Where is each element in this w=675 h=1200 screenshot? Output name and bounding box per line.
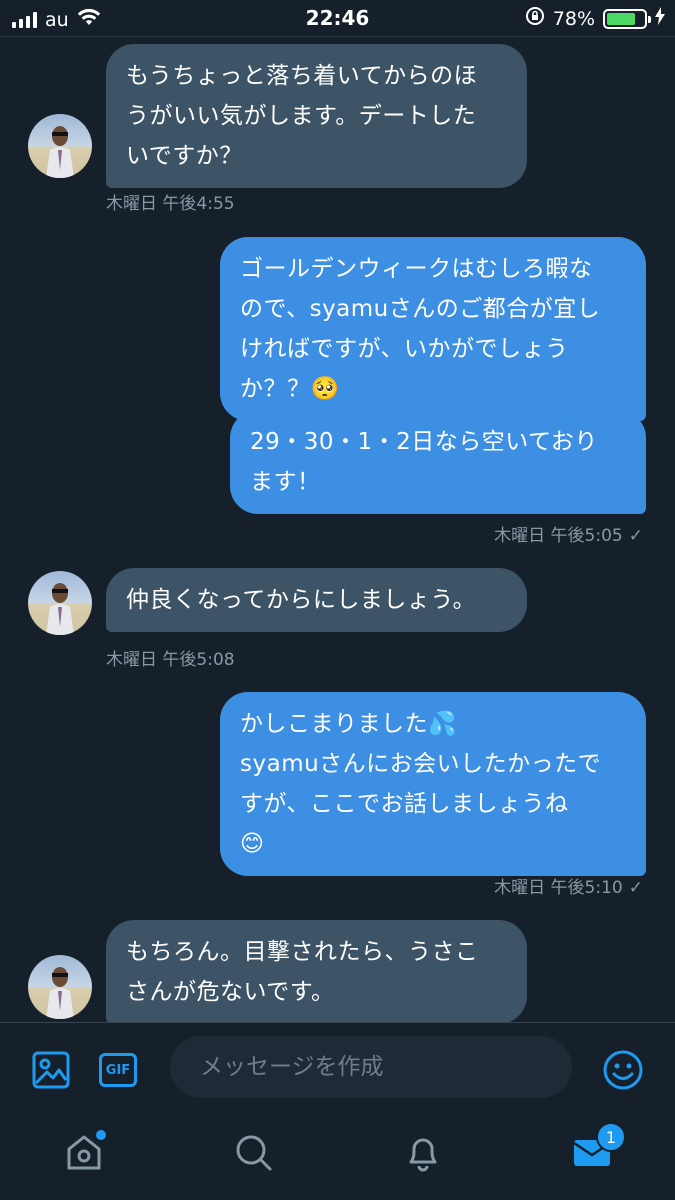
read-check-icon: ✓ <box>628 526 643 546</box>
status-right: 78% <box>525 6 665 31</box>
tab-home[interactable] <box>62 1130 106 1176</box>
tab-messages[interactable]: 1 <box>570 1122 626 1176</box>
charging-icon <box>655 7 665 30</box>
avatar[interactable] <box>28 955 92 1019</box>
battery-percent: 78% <box>552 7 595 30</box>
sent-message-bubble[interactable]: 29・30・1・2日なら空いており ます！ <box>230 410 646 514</box>
messages-badge: 1 <box>596 1122 626 1152</box>
image-icon[interactable] <box>29 1048 73 1092</box>
read-check-icon: ✓ <box>628 878 643 898</box>
tab-bar: 1 <box>0 1118 675 1200</box>
avatar[interactable] <box>28 114 92 178</box>
message-timestamp: 木曜日 午後4:55 <box>106 194 235 214</box>
message-timestamp: 木曜日 午後5:05 ✓ <box>494 521 643 546</box>
timestamp-text: 木曜日 午後5:05 <box>494 526 623 546</box>
timestamp-text: 木曜日 午後5:10 <box>494 878 623 898</box>
gif-icon[interactable]: GIF <box>96 1048 140 1092</box>
sent-message-bubble[interactable]: ゴールデンウィークはむしろ暇な ので、syamuさんのご都合が宜し ければですが… <box>220 237 646 421</box>
rotation-lock-icon <box>525 6 545 31</box>
message-thread[interactable]: もうちょっと落ち着いてからのほ うがいい気がします。デートした いですか？ 木曜… <box>0 37 675 1022</box>
received-message-bubble[interactable]: もうちょっと落ち着いてからのほ うがいい気がします。デートした いですか？ <box>106 44 527 188</box>
avatar[interactable] <box>28 571 92 635</box>
status-bar: au 22:46 78% <box>0 0 675 36</box>
sent-message-bubble[interactable]: かしこまりました💦 syamuさんにお会いしたかったで すが、ここでお話しましょ… <box>220 692 646 876</box>
message-timestamp: 木曜日 午後5:10 ✓ <box>494 873 643 898</box>
message-input[interactable] <box>170 1036 572 1098</box>
message-composer: GIF <box>0 1023 675 1118</box>
home-notification-dot <box>96 1130 106 1140</box>
emoji-icon[interactable] <box>601 1048 645 1092</box>
notifications-icon <box>403 1132 443 1176</box>
search-icon <box>233 1132 273 1176</box>
tab-notifications[interactable] <box>401 1132 445 1176</box>
tab-search[interactable] <box>231 1132 275 1176</box>
battery-icon <box>603 8 651 29</box>
message-timestamp: 木曜日 午後5:08 <box>106 650 235 670</box>
received-message-bubble[interactable]: もちろん。目撃されたら、うさこ さんが危ないです。 <box>106 920 527 1022</box>
battery-fill <box>607 12 636 25</box>
received-message-bubble[interactable]: 仲良くなってからにしましょう。 <box>106 568 527 632</box>
gif-label: GIF <box>99 1053 137 1087</box>
